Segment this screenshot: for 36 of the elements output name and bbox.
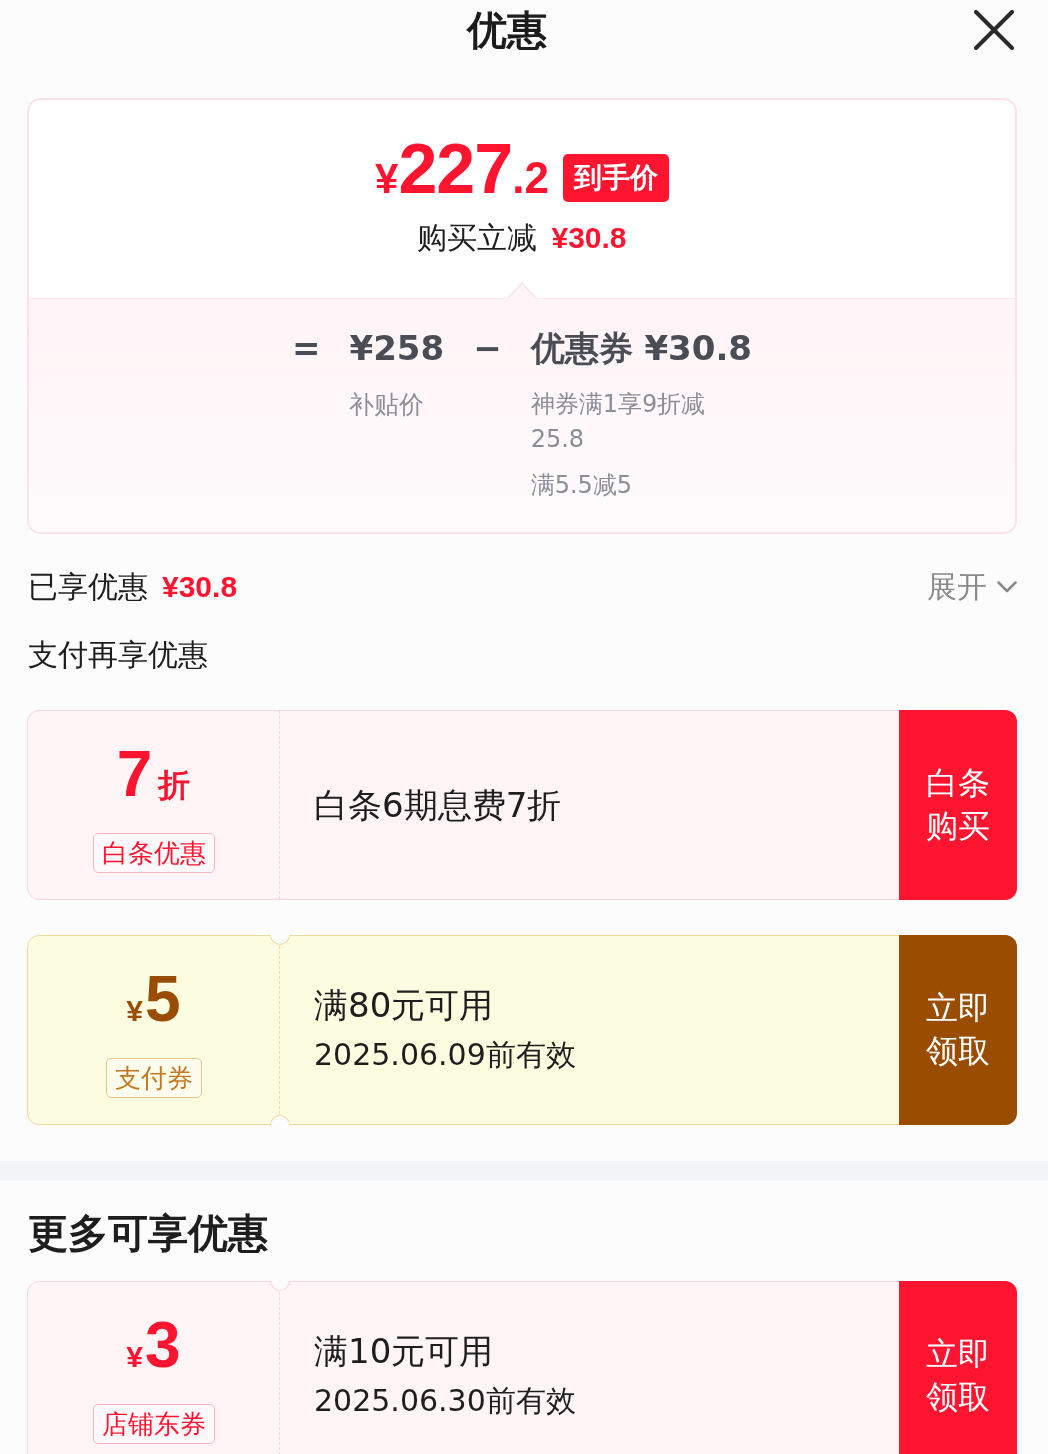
saving-amount: ¥30.8 [551,220,627,256]
coupon-title: 满10元可用 [314,1330,495,1373]
validity-text: 2025.06.09前有效 [314,1036,577,1074]
coupon-detail: 神券满1享9折减25.8 [530,389,707,455]
notch-icon [270,1115,290,1125]
minus-sign: − [473,327,502,370]
coupon-title: 白条6期息费7折 [314,784,563,827]
enjoyed-label: 已享优惠 [28,567,148,606]
coupon-tag: 店铺东券 [92,1403,215,1444]
subsidy-label: 补贴价 [349,389,425,421]
coupon-value: ¥5 [126,968,181,1037]
action-button[interactable]: 立即领取 [899,1281,1017,1454]
action-button[interactable]: 立即领取 [899,935,1017,1125]
notch-icon [270,1281,290,1291]
price-badge: 到手价 [562,154,669,202]
section-title: 支付再享优惠 [28,635,208,674]
notch-icon [270,935,290,945]
expand-toggle[interactable]: 展开 [927,566,1017,608]
dialog-title: 优惠 [467,6,547,55]
coupon-tag: 支付券 [105,1057,202,1098]
action-button[interactable]: 白条购买 [899,710,1017,900]
final-price: ¥227.2 [375,134,549,210]
coupon-detail: 满5.5减5 [530,470,634,501]
coupon-value: 7折 [116,743,191,812]
subsidy-price: ¥258 [349,327,445,370]
equals-sign: = [292,327,321,370]
saving-label: 购买立减 [417,219,538,257]
section-title: 更多可享优惠 [28,1208,268,1258]
validity-text: 2025.06.30前有效 [314,1382,577,1420]
coupon-tag: 白条优惠 [92,832,215,873]
coupon-title: 满80元可用 [314,984,495,1027]
close-icon [974,10,1014,50]
enjoyed-amount: ¥30.8 [162,569,238,604]
close-button[interactable] [974,10,1014,50]
coupon-value: ¥3 [126,1314,181,1383]
coupon-discount: 优惠券 ¥30.8 [530,327,752,370]
